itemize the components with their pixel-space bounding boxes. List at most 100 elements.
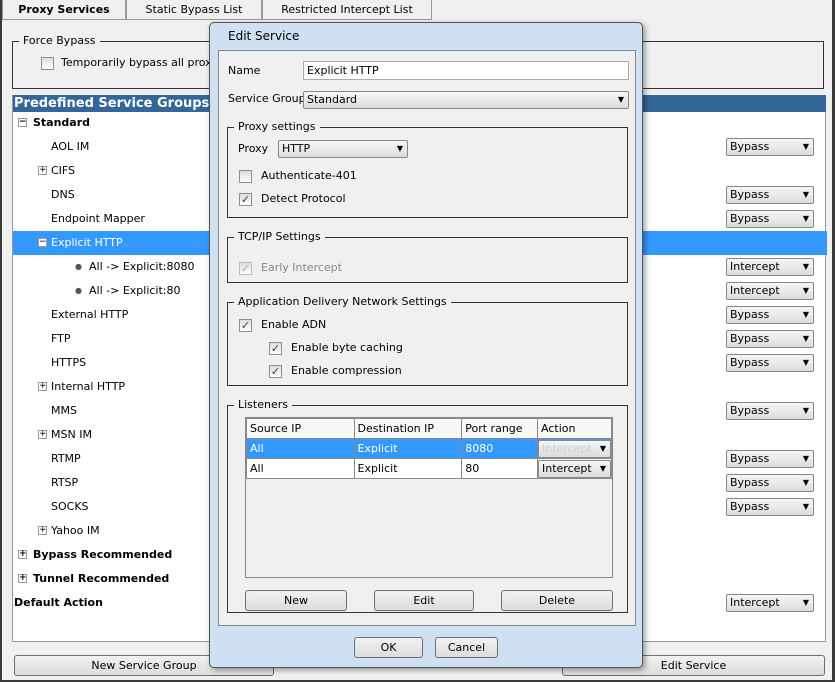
bullet-icon: ● xyxy=(75,262,82,271)
action-select[interactable]: Bypass ▼ xyxy=(726,498,814,516)
tree-label: Standard xyxy=(33,116,91,129)
action-select[interactable]: Bypass ▼ xyxy=(726,138,814,156)
chevron-down-icon: ▼ xyxy=(802,214,809,223)
tcpip-legend: TCP/IP Settings xyxy=(234,230,325,244)
enable-adn-checkbox[interactable]: ✓ xyxy=(239,319,252,332)
chevron-down-icon: ▼ xyxy=(802,454,809,463)
source-ip-cell: All xyxy=(246,438,355,459)
tree-label: FTP xyxy=(51,332,71,345)
action-select[interactable]: Bypass ▼ xyxy=(726,450,814,468)
tree-label: CIFS xyxy=(51,164,76,177)
port-range-cell: 80 xyxy=(461,458,538,479)
action-value: Intercept xyxy=(730,596,780,609)
listener-row[interactable]: All Explicit 8080 Intercept ▼ xyxy=(246,438,612,459)
expand-icon[interactable]: + xyxy=(38,166,47,175)
col-action[interactable]: Action xyxy=(537,418,612,439)
compression-checkbox[interactable]: ✓ xyxy=(269,365,282,378)
action-select[interactable]: Bypass ▼ xyxy=(726,210,814,228)
tree-label: RTSP xyxy=(51,476,79,489)
service-group-select[interactable]: Standard ▼ xyxy=(303,91,629,109)
cancel-button[interactable]: Cancel xyxy=(435,637,498,658)
tree-label: External HTTP xyxy=(51,308,129,321)
listener-row[interactable]: All Explicit 80 Intercept ▼ xyxy=(246,458,612,479)
tree-label: MMS xyxy=(51,404,77,417)
chevron-down-icon: ▼ xyxy=(802,358,809,367)
col-port-range[interactable]: Port range xyxy=(461,418,538,439)
tab-proxy-services[interactable]: Proxy Services xyxy=(2,0,126,20)
edit-service-dialog: Edit Service Name Explicit HTTP Service … xyxy=(209,22,643,668)
action-value: Bypass xyxy=(730,140,770,153)
tab-restricted-intercept-list[interactable]: Restricted Intercept List xyxy=(262,0,432,20)
action-select[interactable]: Intercept ▼ xyxy=(726,282,814,300)
compression-label: Enable compression xyxy=(291,364,402,377)
chevron-down-icon: ▼ xyxy=(802,598,809,607)
expand-icon[interactable]: + xyxy=(38,430,47,439)
enable-adn-label: Enable ADN xyxy=(261,318,327,331)
tree-label: AOL IM xyxy=(51,140,90,153)
proxy-settings-group: Proxy settings Proxy HTTP ▼ Authenticate-… xyxy=(227,120,628,218)
bypass-all-checkbox[interactable] xyxy=(41,57,54,70)
dialog-body: Name Explicit HTTP Service Group Standar… xyxy=(218,50,636,626)
action-value: Bypass xyxy=(730,476,770,489)
listeners-legend: Listeners xyxy=(234,398,292,412)
action-select[interactable]: Intercept ▼ xyxy=(538,439,611,458)
expand-icon[interactable]: + xyxy=(38,526,47,535)
listeners-table-container: Source IP Destination IP Port range Acti… xyxy=(245,417,613,578)
tab-static-bypass-list[interactable]: Static Bypass List xyxy=(126,0,262,20)
action-select[interactable]: Bypass ▼ xyxy=(726,186,814,204)
tree-label: SOCKS xyxy=(51,500,89,513)
new-listener-button[interactable]: New xyxy=(245,590,347,611)
action-value: Intercept xyxy=(730,284,780,297)
action-select[interactable]: Intercept ▼ xyxy=(538,459,611,478)
early-intercept-checkbox[interactable]: ✓ xyxy=(239,262,252,275)
action-value: Bypass xyxy=(730,188,770,201)
expand-icon[interactable]: + xyxy=(38,382,47,391)
tree-label: RTMP xyxy=(51,452,81,465)
edit-listener-button[interactable]: Edit xyxy=(374,590,474,611)
byte-caching-label: Enable byte caching xyxy=(291,341,403,354)
chevron-down-icon: ▼ xyxy=(802,310,809,319)
tree-label: Bypass Recommended xyxy=(33,548,173,561)
action-value: Bypass xyxy=(730,212,770,225)
tree-label: Yahoo IM xyxy=(51,524,100,537)
source-ip-cell: All xyxy=(246,458,355,479)
authenticate-401-checkbox[interactable] xyxy=(239,170,252,183)
proxy-label: Proxy xyxy=(238,142,269,155)
action-select[interactable]: Bypass ▼ xyxy=(726,354,814,372)
name-label: Name xyxy=(228,64,261,77)
col-destination-ip[interactable]: Destination IP xyxy=(353,418,463,439)
proxy-select[interactable]: HTTP ▼ xyxy=(278,140,408,158)
expand-icon[interactable]: + xyxy=(18,550,27,559)
chevron-down-icon: ▼ xyxy=(396,144,403,153)
chevron-down-icon: ▼ xyxy=(802,142,809,151)
collapse-icon[interactable]: − xyxy=(18,118,27,127)
authenticate-401-label: Authenticate-401 xyxy=(261,169,357,182)
action-select[interactable]: Bypass ▼ xyxy=(726,306,814,324)
action-select[interactable]: Intercept ▼ xyxy=(726,594,814,612)
delete-listener-button[interactable]: Delete xyxy=(501,590,613,611)
name-input[interactable]: Explicit HTTP xyxy=(303,61,629,80)
detect-protocol-label: Detect Protocol xyxy=(261,192,346,205)
listeners-group: Listeners Source IP Destination IP Port … xyxy=(227,398,628,613)
tree-label: Endpoint Mapper xyxy=(51,212,145,225)
chevron-down-icon: ▼ xyxy=(802,406,809,415)
tree-label: Internal HTTP xyxy=(51,380,126,393)
action-select[interactable]: Bypass ▼ xyxy=(726,330,814,348)
action-value: Bypass xyxy=(730,308,770,321)
expand-icon[interactable]: + xyxy=(18,574,27,583)
tree-label: All -> Explicit:8080 xyxy=(89,260,195,273)
byte-caching-checkbox[interactable]: ✓ xyxy=(269,342,282,355)
ok-button[interactable]: OK xyxy=(354,637,423,658)
col-source-ip[interactable]: Source IP xyxy=(246,418,355,439)
collapse-icon[interactable]: − xyxy=(38,238,47,247)
service-group-label: Service Group xyxy=(228,92,306,105)
action-select[interactable]: Intercept ▼ xyxy=(726,258,814,276)
action-cell: Intercept ▼ xyxy=(537,458,612,479)
action-select[interactable]: Bypass ▼ xyxy=(726,402,814,420)
port-range-cell: 8080 xyxy=(461,438,538,459)
chevron-down-icon: ▼ xyxy=(617,95,624,104)
detect-protocol-checkbox[interactable]: ✓ xyxy=(239,193,252,206)
tree-label: All -> Explicit:80 xyxy=(89,284,181,297)
tree-label: Explicit HTTP xyxy=(51,236,123,249)
action-select[interactable]: Bypass ▼ xyxy=(726,474,814,492)
